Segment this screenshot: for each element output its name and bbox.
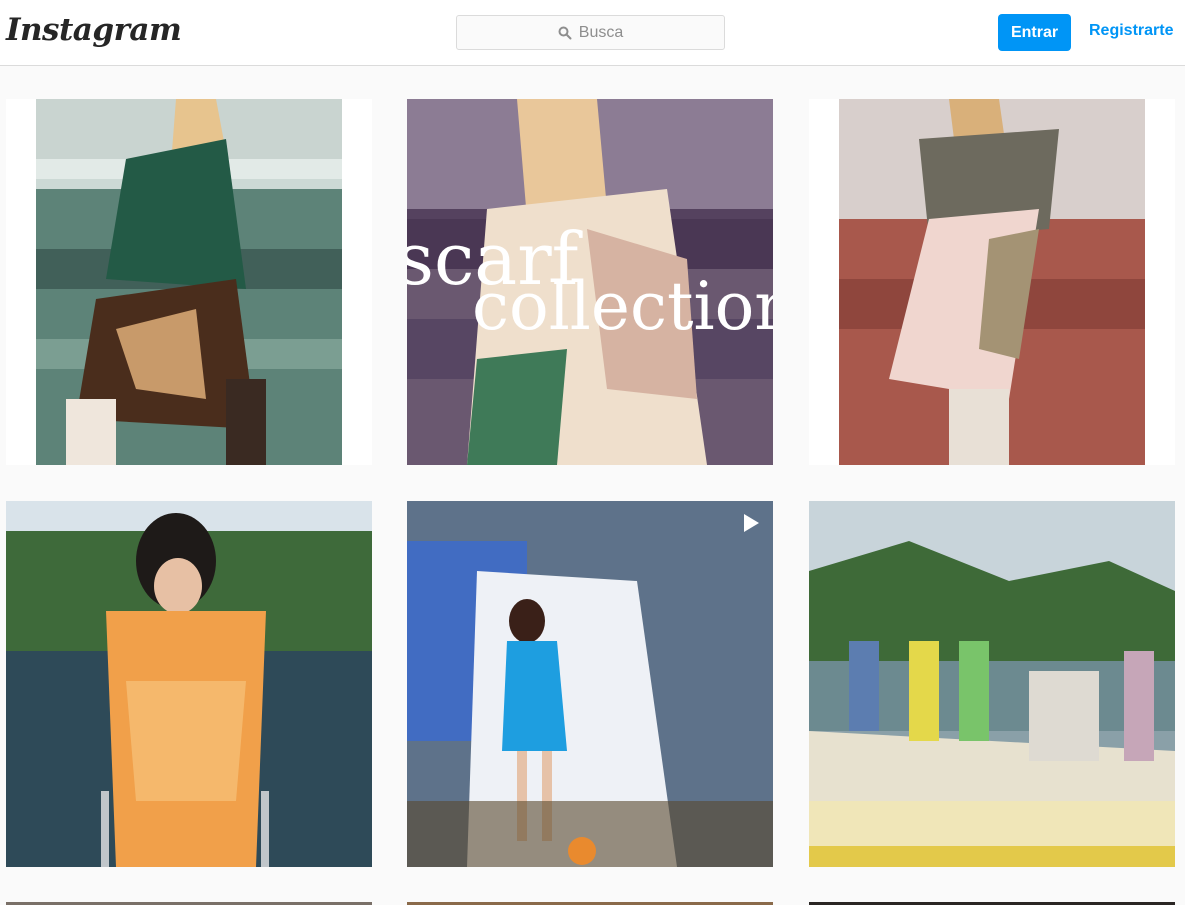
- search-icon: [558, 26, 572, 39]
- post-thumbnail[interactable]: [6, 501, 372, 867]
- top-navigation-bar: Instagram Busca Entrar Registrarte: [0, 0, 1185, 66]
- post-image: [407, 501, 773, 867]
- post-image: scarf collection: [407, 99, 773, 465]
- post-thumbnail-video[interactable]: [407, 501, 773, 867]
- login-button[interactable]: Entrar: [998, 14, 1071, 51]
- post-thumbnail[interactable]: scarf collection: [407, 99, 773, 465]
- post-image: [6, 99, 372, 465]
- search-placeholder: Busca: [578, 23, 624, 41]
- post-image: [809, 501, 1175, 867]
- overlay-text-line2: collection: [472, 268, 773, 345]
- post-thumbnail[interactable]: [809, 501, 1175, 867]
- post-thumbnail[interactable]: [6, 99, 372, 465]
- play-icon: [744, 514, 759, 532]
- instagram-logo[interactable]: Instagram: [6, 12, 182, 48]
- signup-link[interactable]: Registrarte: [1089, 22, 1173, 40]
- search-input[interactable]: Busca: [456, 15, 725, 50]
- post-thumbnail[interactable]: [809, 99, 1175, 465]
- post-image: [6, 501, 372, 867]
- post-image: [809, 99, 1175, 465]
